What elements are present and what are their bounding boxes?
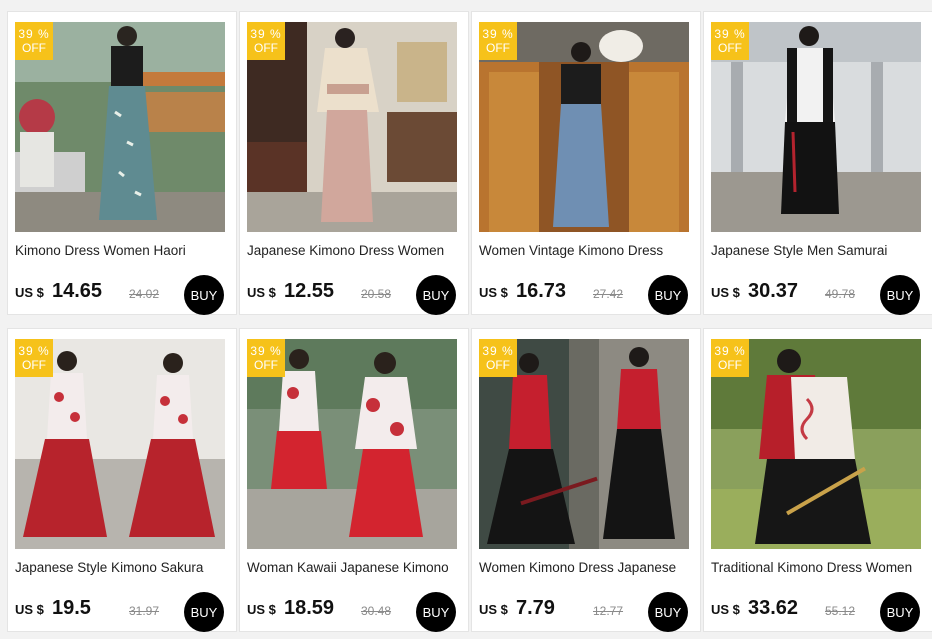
buy-button[interactable]: BUY bbox=[880, 275, 920, 315]
badge-percent: 39 % bbox=[482, 344, 514, 358]
product-card[interactable]: 39 % OFF Japanese Style Men Samurai US $… bbox=[703, 11, 932, 315]
discount-badge: 39 % OFF bbox=[247, 22, 285, 60]
discount-badge: 39 % OFF bbox=[479, 339, 517, 377]
original-price: 20.58 bbox=[361, 287, 392, 301]
badge-off: OFF bbox=[254, 358, 278, 372]
currency-label: US $ bbox=[247, 285, 276, 300]
badge-off: OFF bbox=[486, 41, 510, 55]
original-price: 49.78 bbox=[825, 287, 856, 301]
badge-percent: 39 % bbox=[482, 27, 514, 41]
product-card[interactable]: 39 % OFF Japanese Kimono Dress Women US … bbox=[239, 11, 469, 315]
sale-price: 16.73 bbox=[516, 280, 567, 302]
sale-price: 12.55 bbox=[284, 280, 335, 302]
sale-price: 33.62 bbox=[748, 597, 799, 619]
buy-button[interactable]: BUY bbox=[184, 275, 224, 315]
product-grid: 39 % OFF Kimono Dress Women Haori US $ 1… bbox=[0, 0, 932, 639]
currency-label: US $ bbox=[711, 602, 740, 617]
product-image[interactable]: 39 % OFF bbox=[711, 22, 921, 232]
discount-badge: 39 % OFF bbox=[15, 22, 53, 60]
currency-label: US $ bbox=[15, 285, 44, 300]
badge-off: OFF bbox=[22, 358, 46, 372]
sale-price: 18.59 bbox=[284, 597, 335, 619]
discount-badge: 39 % OFF bbox=[711, 339, 749, 377]
badge-percent: 39 % bbox=[18, 27, 50, 41]
buy-button[interactable]: BUY bbox=[416, 275, 456, 315]
badge-percent: 39 % bbox=[714, 344, 746, 358]
product-title[interactable]: Woman Kawaii Japanese Kimono bbox=[247, 560, 461, 575]
product-card[interactable]: 39 % OFF Japanese Style Kimono Sakura US… bbox=[7, 328, 237, 632]
discount-badge: 39 % OFF bbox=[711, 22, 749, 60]
buy-button[interactable]: BUY bbox=[184, 592, 224, 632]
product-image[interactable]: 39 % OFF bbox=[15, 22, 225, 232]
badge-off: OFF bbox=[718, 358, 742, 372]
product-image[interactable]: 39 % OFF bbox=[247, 339, 457, 549]
badge-percent: 39 % bbox=[714, 27, 746, 41]
product-image[interactable]: 39 % OFF bbox=[479, 339, 689, 549]
product-card[interactable]: 39 % OFF Kimono Dress Women Haori US $ 1… bbox=[7, 11, 237, 315]
discount-badge: 39 % OFF bbox=[15, 339, 53, 377]
badge-off: OFF bbox=[22, 41, 46, 55]
price-row: US $ 19.5 31.97 BUY bbox=[15, 592, 229, 632]
currency-label: US $ bbox=[711, 285, 740, 300]
sale-price: 19.5 bbox=[52, 597, 91, 619]
original-price: 12.77 bbox=[593, 604, 624, 618]
original-price: 24.02 bbox=[129, 287, 160, 301]
product-card[interactable]: 39 % OFF Women Vintage Kimono Dress US $… bbox=[471, 11, 701, 315]
price-row: US $ 12.55 20.58 BUY bbox=[247, 275, 461, 315]
badge-percent: 39 % bbox=[250, 27, 282, 41]
badge-percent: 39 % bbox=[250, 344, 282, 358]
currency-label: US $ bbox=[479, 285, 508, 300]
sale-price: 14.65 bbox=[52, 280, 103, 302]
price-row: US $ 33.62 55.12 BUY bbox=[711, 592, 925, 632]
original-price: 30.48 bbox=[361, 604, 392, 618]
product-title[interactable]: Japanese Style Men Samurai bbox=[711, 243, 925, 258]
product-title[interactable]: Japanese Style Kimono Sakura bbox=[15, 560, 229, 575]
original-price: 55.12 bbox=[825, 604, 856, 618]
sale-price: 30.37 bbox=[748, 280, 799, 302]
price-row: US $ 7.79 12.77 BUY bbox=[479, 592, 693, 632]
badge-off: OFF bbox=[718, 41, 742, 55]
product-image[interactable]: 39 % OFF bbox=[247, 22, 457, 232]
product-image[interactable]: 39 % OFF bbox=[15, 339, 225, 549]
buy-button[interactable]: BUY bbox=[416, 592, 456, 632]
price-row: US $ 14.65 24.02 BUY bbox=[15, 275, 229, 315]
sale-price: 7.79 bbox=[516, 597, 555, 619]
currency-label: US $ bbox=[247, 602, 276, 617]
product-image[interactable]: 39 % OFF bbox=[479, 22, 689, 232]
price-row: US $ 30.37 49.78 BUY bbox=[711, 275, 925, 315]
discount-badge: 39 % OFF bbox=[247, 339, 285, 377]
buy-button[interactable]: BUY bbox=[648, 275, 688, 315]
product-title[interactable]: Women Kimono Dress Japanese bbox=[479, 560, 693, 575]
price-row: US $ 16.73 27.42 BUY bbox=[479, 275, 693, 315]
buy-button[interactable]: BUY bbox=[648, 592, 688, 632]
product-title[interactable]: Traditional Kimono Dress Women bbox=[711, 560, 925, 575]
badge-off: OFF bbox=[486, 358, 510, 372]
product-card[interactable]: 39 % OFF Traditional Kimono Dress Women … bbox=[703, 328, 932, 632]
currency-label: US $ bbox=[15, 602, 44, 617]
currency-label: US $ bbox=[479, 602, 508, 617]
product-image[interactable]: 39 % OFF bbox=[711, 339, 921, 549]
original-price: 31.97 bbox=[129, 604, 160, 618]
product-card[interactable]: 39 % OFF Women Kimono Dress Japanese US … bbox=[471, 328, 701, 632]
badge-off: OFF bbox=[254, 41, 278, 55]
product-title[interactable]: Kimono Dress Women Haori bbox=[15, 243, 229, 258]
original-price: 27.42 bbox=[593, 287, 624, 301]
buy-button[interactable]: BUY bbox=[880, 592, 920, 632]
product-title[interactable]: Women Vintage Kimono Dress bbox=[479, 243, 693, 258]
product-card[interactable]: 39 % OFF Woman Kawaii Japanese Kimono US… bbox=[239, 328, 469, 632]
badge-percent: 39 % bbox=[18, 344, 50, 358]
product-title[interactable]: Japanese Kimono Dress Women bbox=[247, 243, 461, 258]
discount-badge: 39 % OFF bbox=[479, 22, 517, 60]
price-row: US $ 18.59 30.48 BUY bbox=[247, 592, 461, 632]
